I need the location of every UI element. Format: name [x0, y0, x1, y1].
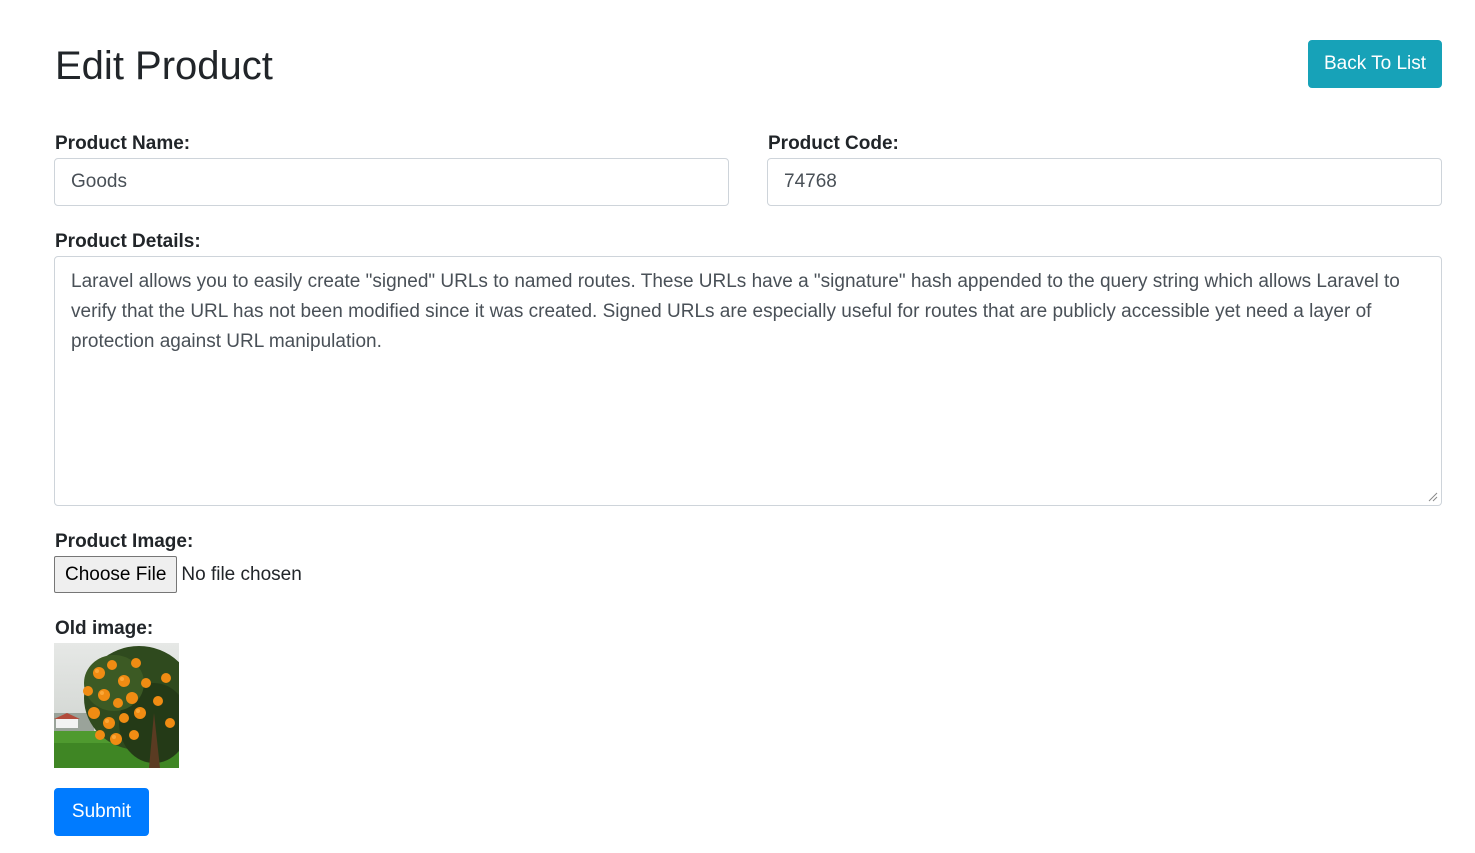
resize-grip-icon[interactable]	[1428, 492, 1438, 502]
edit-product-page: Edit Product Back To List Product Name: …	[0, 0, 1475, 853]
old-product-image	[54, 643, 179, 768]
product-details-text: Laravel allows you to easily create "sig…	[71, 271, 1400, 352]
product-details-textarea[interactable]: Laravel allows you to easily create "sig…	[54, 256, 1442, 506]
choose-file-button[interactable]: Choose File	[54, 556, 178, 593]
product-name-input[interactable]: Goods	[54, 158, 729, 206]
old-image-label: Old image:	[55, 618, 154, 639]
page-title: Edit Product	[55, 44, 273, 88]
orange-tree-photo	[54, 643, 179, 768]
product-code-input[interactable]: 74768	[767, 158, 1442, 206]
file-status-text: No file chosen	[181, 563, 302, 585]
submit-button[interactable]: Submit	[54, 788, 149, 836]
product-code-label: Product Code:	[768, 133, 899, 154]
product-image-file-input[interactable]: Choose File No file chosen	[54, 556, 302, 593]
product-name-label: Product Name:	[55, 133, 191, 154]
product-details-label: Product Details:	[55, 231, 201, 252]
back-to-list-button[interactable]: Back To List	[1308, 40, 1442, 88]
product-image-label: Product Image:	[55, 531, 194, 552]
